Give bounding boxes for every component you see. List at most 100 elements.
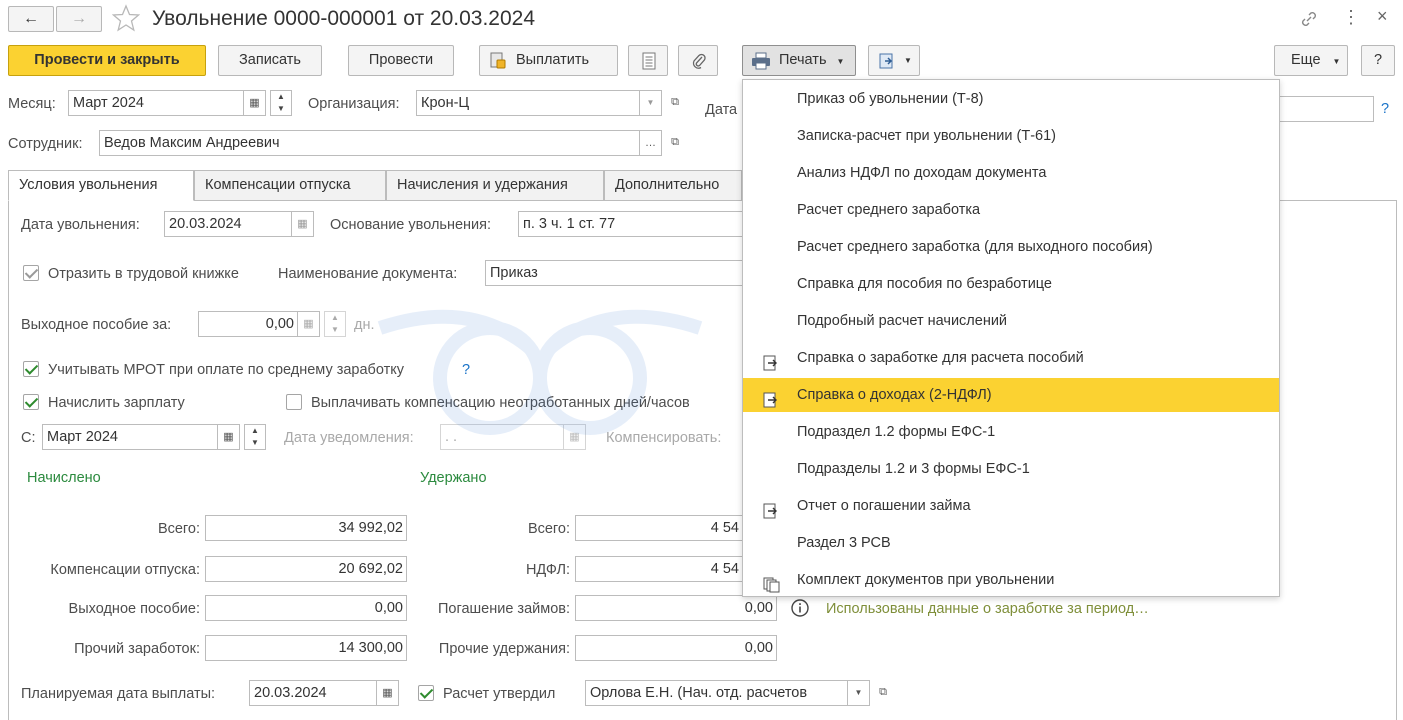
date-help-link[interactable]: ? xyxy=(1381,100,1389,118)
accrued-total-label: Всего: xyxy=(157,521,200,537)
withheld-total-field[interactable]: 4 54 xyxy=(575,515,742,541)
from-label: С: xyxy=(21,430,36,446)
record-book-checkbox[interactable] xyxy=(23,265,39,281)
from-spinner[interactable]: ▲ ▼ xyxy=(244,424,266,450)
favorite-star-icon[interactable] xyxy=(111,4,141,32)
employee-label: Сотрудник: xyxy=(8,136,83,152)
menu-item-t8-order[interactable]: Приказ об увольнении (Т-8) xyxy=(743,82,1279,116)
notice-date-field[interactable]: . . xyxy=(440,424,564,450)
pay-compensation-label: Выплачивать компенсацию неотработанных д… xyxy=(311,395,690,411)
document-export-icon xyxy=(763,350,781,371)
severance-label: Выходное пособие за: xyxy=(21,317,172,333)
window-title: Увольнение 0000-000001 от 20.03.2024 xyxy=(152,7,536,30)
menu-item-ndfl-analysis[interactable]: Анализ НДФЛ по доходам документа xyxy=(743,156,1279,190)
save-button[interactable]: Записать xyxy=(218,45,322,76)
dismissal-date-field[interactable]: 20.03.2024 xyxy=(164,211,292,237)
date-field[interactable] xyxy=(1280,96,1374,122)
accrued-other-label: Прочий заработок: xyxy=(74,641,200,657)
planned-date-label: Планируемая дата выплаты: xyxy=(21,686,216,702)
menu-item-unemployment-certificate[interactable]: Справка для пособия по безработице xyxy=(743,267,1279,301)
mrot-help-link[interactable]: ? xyxy=(462,361,470,379)
menu-item-average-earnings-severance[interactable]: Расчет среднего заработка (для выходного… xyxy=(743,230,1279,264)
tab-additional[interactable]: Дополнительно xyxy=(604,170,742,201)
dismissal-date-label: Дата увольнения: xyxy=(21,217,140,233)
severance-calculator-icon[interactable]: ▦ xyxy=(298,311,320,337)
printer-icon xyxy=(751,52,771,70)
forward-arrow-icon: → xyxy=(71,10,87,27)
basis-field[interactable]: п. 3 ч. 1 ст. 77 xyxy=(518,211,742,237)
attach-button[interactable] xyxy=(678,45,718,76)
accrued-other-field[interactable]: 14 300,00 xyxy=(205,635,407,661)
severance-spinner[interactable]: ▲ ▼ xyxy=(324,311,346,337)
back-button[interactable]: ← xyxy=(8,6,54,32)
tab-accruals-deductions[interactable]: Начисления и удержания xyxy=(386,170,604,201)
organization-dropdown-icon[interactable]: ▼ xyxy=(640,90,662,116)
compensate-label: Компенсировать: xyxy=(606,430,722,446)
help-button[interactable]: ? xyxy=(1361,45,1395,76)
forward-button[interactable]: → xyxy=(56,6,102,32)
menu-item-detailed-accruals[interactable]: Подробный расчет начислений xyxy=(743,304,1279,338)
approved-by-open-icon[interactable]: ⧉ xyxy=(872,680,894,706)
from-calendar-icon[interactable]: ▦ xyxy=(218,424,240,450)
menu-item-earnings-certificate[interactable]: Справка о заработке для расчета пособий xyxy=(743,341,1279,375)
post-button[interactable]: Провести xyxy=(348,45,454,76)
menu-item-t61-note[interactable]: Записка-расчет при увольнении (Т-61) xyxy=(743,119,1279,153)
withheld-ndfl-field[interactable]: 4 54 xyxy=(575,556,742,582)
documents-set-icon xyxy=(763,572,781,593)
accrued-total-field[interactable]: 34 992,02 xyxy=(205,515,407,541)
month-spinner[interactable]: ▲ ▼ xyxy=(270,90,292,116)
create-document-icon xyxy=(878,52,896,70)
employee-open-icon[interactable]: ⧉ xyxy=(664,130,686,156)
earnings-period-link[interactable]: Использованы данные о заработке за перио… xyxy=(826,600,1149,618)
organization-open-icon[interactable]: ⧉ xyxy=(664,90,686,116)
menu-item-dismissal-documents-set[interactable]: Комплект документов при увольнении xyxy=(743,563,1279,597)
withheld-loans-field[interactable]: 0,00 xyxy=(575,595,777,621)
withheld-ndfl-label: НДФЛ: xyxy=(525,562,570,578)
planned-date-field[interactable]: 20.03.2024 xyxy=(249,680,377,706)
approved-checkbox[interactable] xyxy=(418,685,434,701)
mrot-checkbox[interactable] xyxy=(23,361,39,377)
menu-item-2ndfl-certificate[interactable]: Справка о доходах (2-НДФЛ) xyxy=(743,378,1279,412)
notice-date-calendar-icon[interactable]: ▦ xyxy=(564,424,586,450)
withheld-other-field[interactable]: 0,00 xyxy=(575,635,777,661)
employee-select-icon[interactable]: … xyxy=(640,130,662,156)
tab-vacation-compensation[interactable]: Компенсации отпуска xyxy=(194,170,386,201)
link-icon[interactable] xyxy=(1298,8,1320,30)
more-actions-button[interactable]: Еще ▼ xyxy=(1274,45,1348,76)
approved-by-field[interactable]: Орлова Е.Н. (Нач. отд. расчетов xyxy=(585,680,848,706)
from-month-field[interactable]: Март 2024 xyxy=(42,424,218,450)
close-icon[interactable]: × xyxy=(1377,7,1388,25)
date-label: Дата xyxy=(705,102,738,118)
report-button[interactable] xyxy=(628,45,668,76)
month-field[interactable]: Март 2024 xyxy=(68,90,244,116)
accrued-section-title: Начислено xyxy=(27,470,101,486)
basis-label: Основание увольнения: xyxy=(330,217,492,233)
accrued-vacation-field[interactable]: 20 692,02 xyxy=(205,556,407,582)
tab-dismissal-conditions[interactable]: Условия увольнения xyxy=(8,170,194,201)
severance-days-field[interactable]: 0,00 xyxy=(198,311,298,337)
month-label: Месяц: xyxy=(8,96,56,112)
organization-field[interactable]: Крон-Ц xyxy=(416,90,640,116)
menu-item-rsv-section-3[interactable]: Раздел 3 РСВ xyxy=(743,526,1279,560)
create-based-on-button[interactable]: ▼ xyxy=(868,45,920,76)
accrue-salary-label: Начислить зарплату xyxy=(48,395,185,411)
post-and-close-button[interactable]: Провести и закрыть xyxy=(8,45,206,76)
paperclip-icon xyxy=(691,52,707,70)
dismissal-date-calendar-icon[interactable]: ▦ xyxy=(292,211,314,237)
more-vertical-icon[interactable]: ⋮ xyxy=(1342,8,1360,26)
employee-field[interactable]: Ведов Максим Андреевич xyxy=(99,130,640,156)
menu-item-efs1-1-2[interactable]: Подраздел 1.2 формы ЕФС-1 xyxy=(743,415,1279,449)
menu-item-loan-repayment-report[interactable]: Отчет о погашении займа xyxy=(743,489,1279,523)
accrued-severance-field[interactable]: 0,00 xyxy=(205,595,407,621)
print-button[interactable]: Печать ▼ xyxy=(742,45,856,76)
menu-item-efs1-1-2-and-3[interactable]: Подразделы 1.2 и 3 формы ЕФС-1 xyxy=(743,452,1279,486)
pay-button[interactable]: Выплатить xyxy=(479,45,618,76)
menu-item-average-earnings[interactable]: Расчет среднего заработка xyxy=(743,193,1279,227)
pay-compensation-checkbox[interactable] xyxy=(286,394,302,410)
approved-by-dropdown-icon[interactable]: ▼ xyxy=(848,680,870,706)
planned-date-calendar-icon[interactable]: ▦ xyxy=(377,680,399,706)
month-calendar-icon[interactable]: ▦ xyxy=(244,90,266,116)
accrue-salary-checkbox[interactable] xyxy=(23,394,39,410)
document-name-field[interactable]: Приказ xyxy=(485,260,742,286)
chevron-down-icon: ▼ xyxy=(836,57,845,66)
